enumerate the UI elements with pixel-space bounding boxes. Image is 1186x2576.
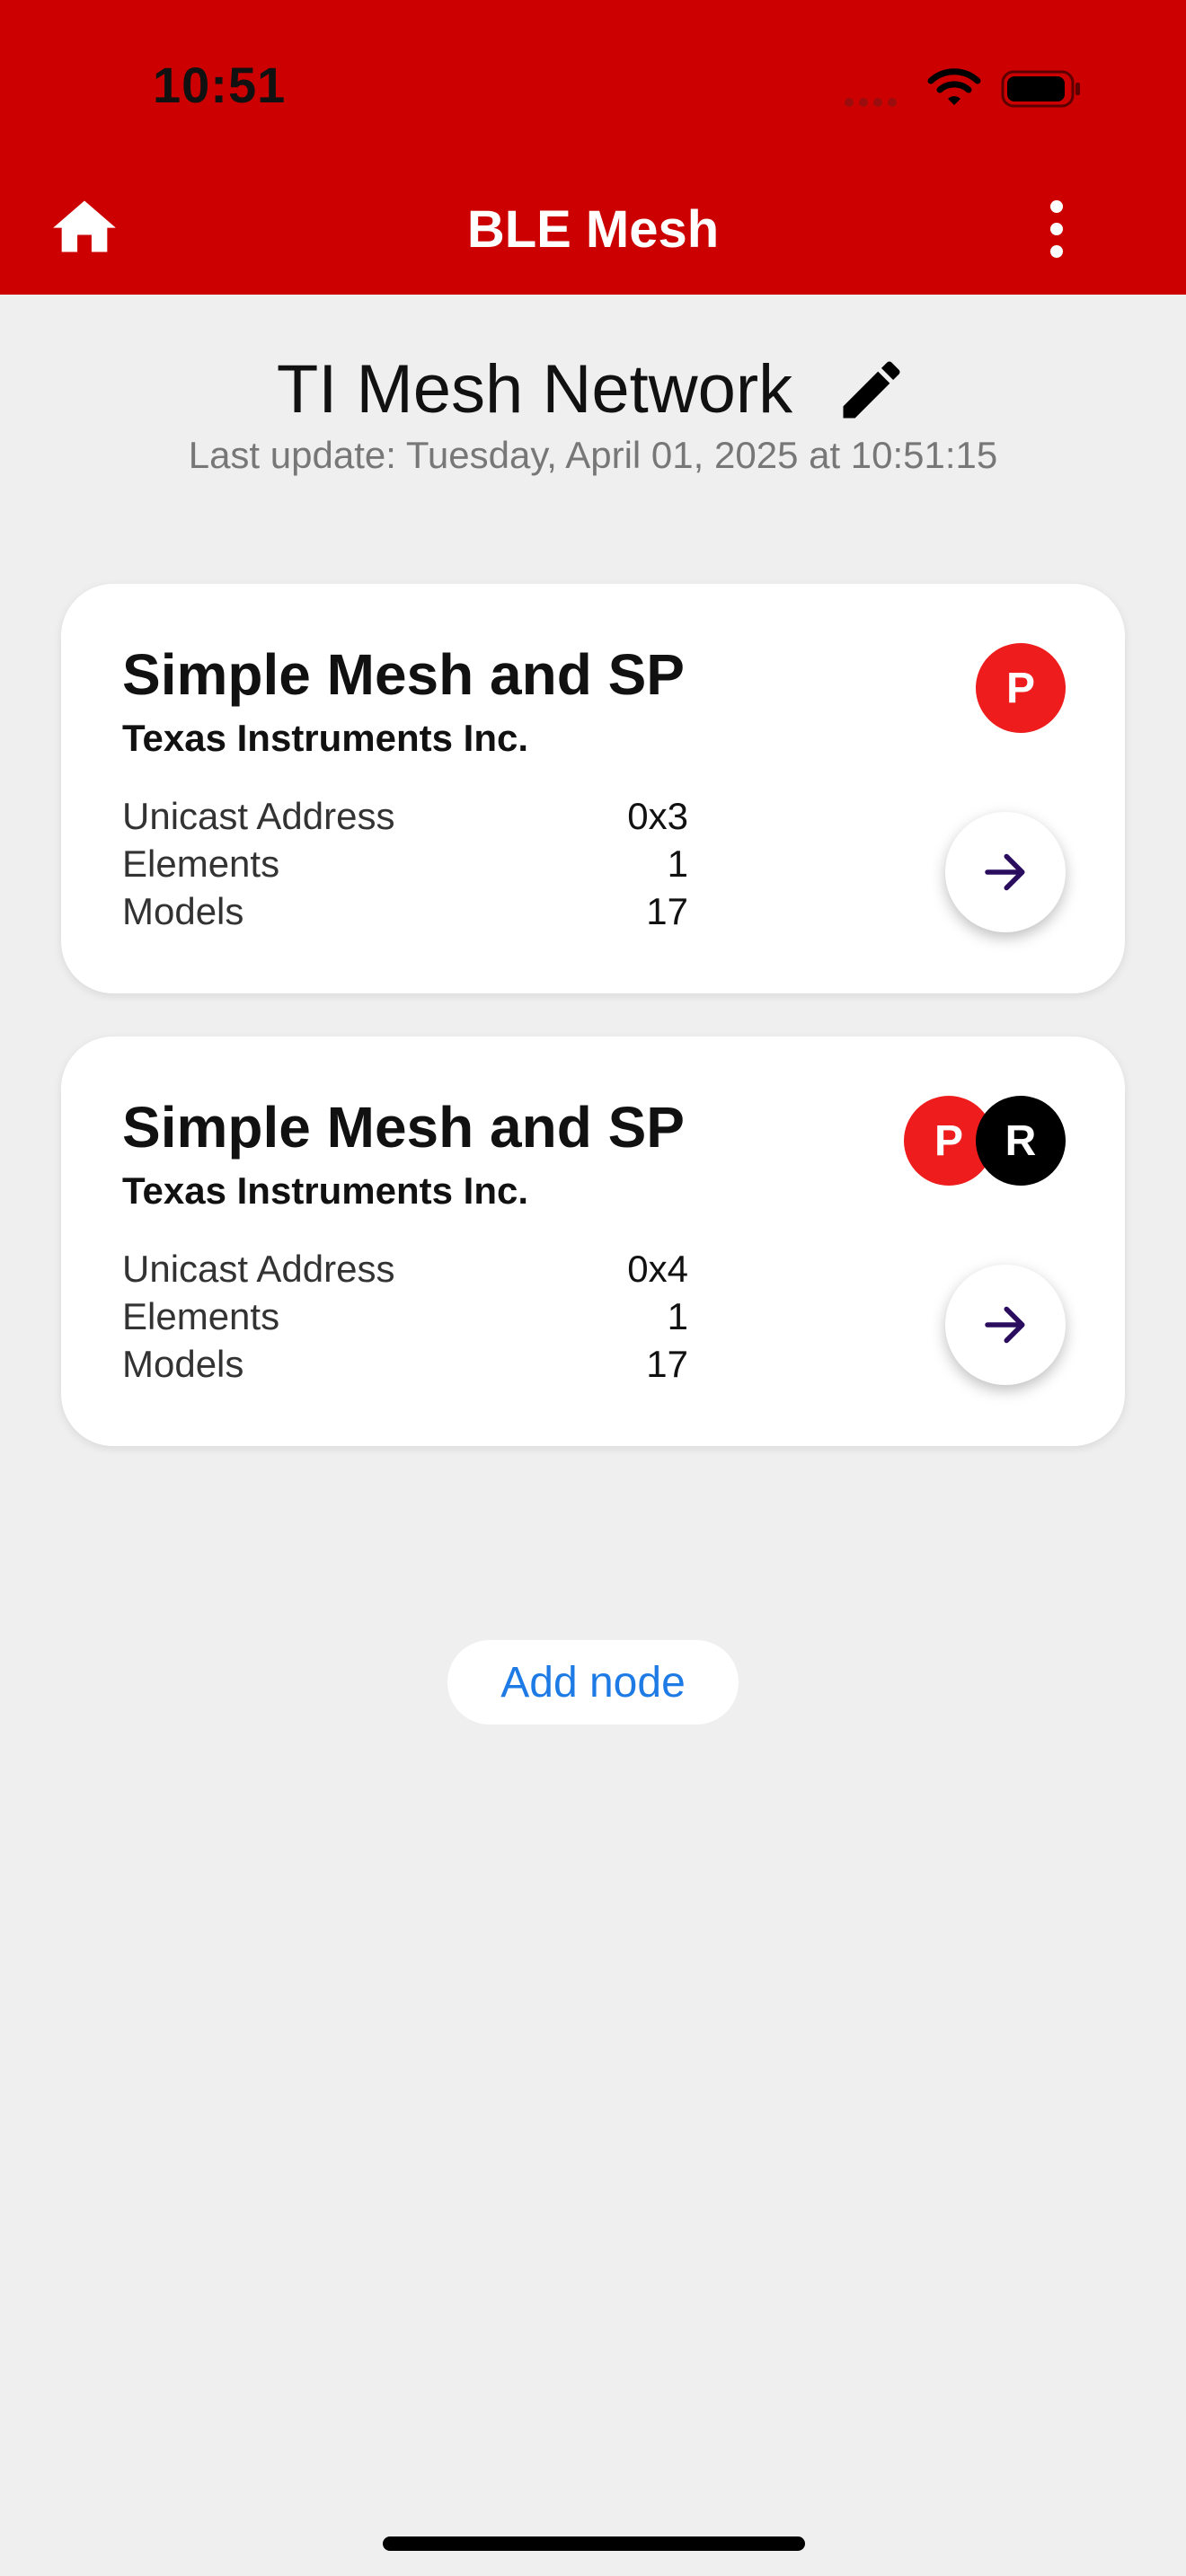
node-properties: Unicast Address 0x4 Elements 1 Models 17 [122, 1245, 688, 1388]
node-properties: Unicast Address 0x3 Elements 1 Models 17 [122, 792, 688, 935]
cellular-signal-icon [845, 95, 902, 111]
prop-label: Unicast Address [122, 1248, 395, 1290]
relay-badge: R [976, 1096, 1066, 1186]
arrow-right-icon [985, 853, 1025, 891]
prop-unicast-address: Unicast Address 0x3 [122, 792, 688, 840]
open-node-button[interactable] [945, 1265, 1066, 1385]
node-badges: P R [904, 1096, 1066, 1186]
wifi-icon [927, 68, 981, 105]
prop-value: 1 [667, 842, 688, 885]
prop-value: 0x3 [627, 795, 688, 837]
node-badges: P [976, 643, 1066, 733]
arrow-right-icon [985, 1306, 1025, 1344]
node-vendor: Texas Instruments Inc. [122, 1169, 529, 1212]
prop-unicast-address: Unicast Address 0x4 [122, 1245, 688, 1292]
prop-label: Models [122, 1343, 244, 1385]
last-update: Last update: Tuesday, April 01, 2025 at … [188, 434, 998, 476]
status-time: 10:51 [153, 57, 287, 113]
prop-label: Elements [122, 842, 280, 885]
node-card[interactable]: Simple Mesh and SP Texas Instruments Inc… [61, 584, 1125, 993]
more-vertical-icon[interactable] [1042, 198, 1071, 260]
proxy-badge: P [976, 643, 1066, 733]
prop-models: Models 17 [122, 1340, 688, 1388]
prop-value: 0x4 [627, 1248, 688, 1290]
battery-icon [1001, 70, 1080, 108]
pencil-icon[interactable] [834, 352, 909, 428]
app-bar: 10:51 BLE Mesh [0, 0, 1186, 295]
home-indicator[interactable] [383, 2536, 805, 2551]
prop-elements: Elements 1 [122, 840, 688, 887]
node-name: Simple Mesh and SP [122, 642, 685, 707]
network-name: TI Mesh Network [276, 351, 793, 428]
prop-elements: Elements 1 [122, 1292, 688, 1340]
app-title: BLE Mesh [466, 200, 720, 259]
node-card[interactable]: Simple Mesh and SP Texas Instruments Inc… [61, 1037, 1125, 1446]
prop-value: 17 [646, 890, 688, 932]
prop-value: 1 [667, 1295, 688, 1337]
prop-value: 17 [646, 1343, 688, 1385]
prop-label: Unicast Address [122, 795, 395, 837]
open-node-button[interactable] [945, 812, 1066, 932]
node-name: Simple Mesh and SP [122, 1095, 685, 1160]
prop-label: Elements [122, 1295, 280, 1337]
network-header: TI Mesh Network Last update: Tuesday, Ap… [0, 350, 1186, 477]
node-vendor: Texas Instruments Inc. [122, 717, 529, 759]
add-node-button[interactable]: Add node [447, 1640, 739, 1725]
prop-label: Models [122, 890, 244, 932]
prop-models: Models 17 [122, 887, 688, 935]
status-icons [845, 63, 1087, 117]
